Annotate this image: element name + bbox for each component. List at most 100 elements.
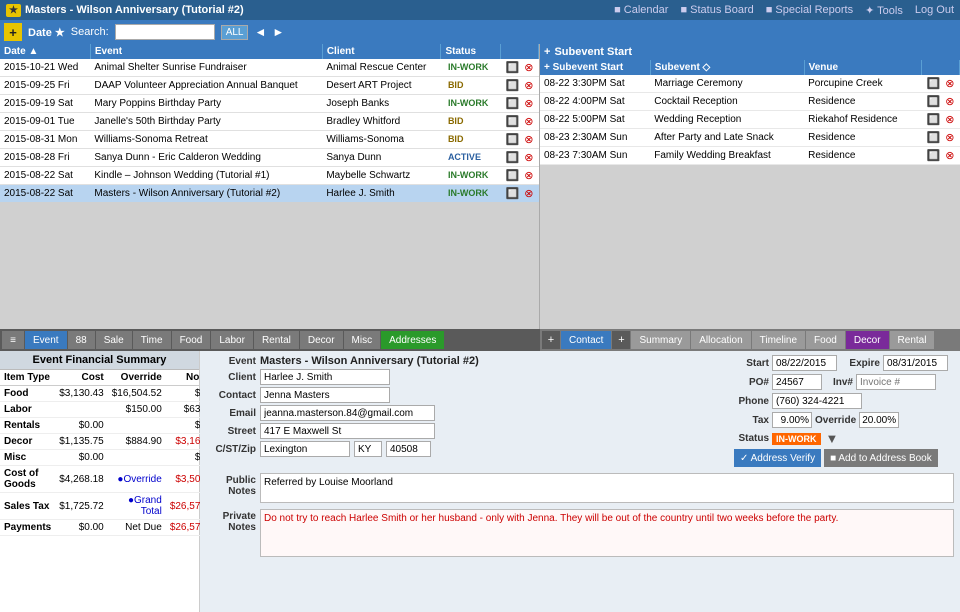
nav-logout[interactable]: Log Out — [915, 4, 954, 16]
sub-edit-icon[interactable]: 🔲 — [927, 114, 941, 126]
nav-special-reports[interactable]: ■ Special Reports — [766, 4, 853, 16]
sub-edit-icon[interactable]: 🔲 — [927, 78, 941, 90]
po-input[interactable] — [772, 374, 822, 390]
edit-icon[interactable]: 🔲 — [506, 116, 520, 128]
next-arrow[interactable]: ► — [272, 25, 284, 39]
sub-delete-icon[interactable]: ⊗ — [945, 96, 954, 108]
sub-delete-icon[interactable]: ⊗ — [945, 132, 954, 144]
private-notes-textarea[interactable]: Do not try to reach Harlee Smith or her … — [260, 509, 954, 557]
tab-decor[interactable]: Decor — [300, 331, 343, 349]
date-sort-label[interactable]: Date ★ — [28, 26, 65, 39]
sub-delete-icon[interactable]: ⊗ — [945, 78, 954, 90]
sub-delete-icon[interactable]: ⊗ — [945, 150, 954, 162]
edit-icon[interactable]: 🔲 — [506, 80, 520, 92]
edit-icon[interactable]: 🔲 — [506, 134, 520, 146]
city-input[interactable] — [260, 441, 350, 457]
right-tab-summary[interactable]: Summary — [631, 331, 690, 349]
delete-icon[interactable]: ⊗ — [524, 98, 533, 110]
add-to-address-book-button[interactable]: ■ Add to Address Book — [824, 449, 938, 467]
status-dropdown-icon[interactable]: ▼ — [826, 431, 839, 446]
state-input[interactable] — [354, 441, 382, 457]
tab-labor[interactable]: Labor — [211, 331, 253, 349]
table-row[interactable]: 2015-09-19 Sat Mary Poppins Birthday Par… — [0, 95, 539, 113]
subevent-row[interactable]: 08-22 3:30PM Sat Marriage Ceremony Porcu… — [540, 75, 960, 93]
street-input[interactable] — [260, 423, 435, 439]
delete-icon[interactable]: ⊗ — [524, 152, 533, 164]
subevent-add-icon[interactable]: + — [544, 46, 550, 58]
edit-icon[interactable]: 🔲 — [506, 152, 520, 164]
table-row[interactable]: 2015-08-22 Sat Masters - Wilson Annivers… — [0, 185, 539, 203]
edit-icon[interactable]: 🔲 — [506, 188, 520, 200]
tab-event[interactable]: Event — [25, 331, 67, 349]
address-verify-button[interactable]: ✓ Address Verify — [734, 449, 821, 467]
sub-col-name[interactable]: Subevent ◇ — [650, 60, 804, 75]
email-input[interactable] — [260, 405, 435, 421]
tab-addresses[interactable]: Addresses — [381, 331, 444, 349]
inv-input[interactable] — [856, 374, 936, 390]
search-input[interactable] — [115, 24, 215, 40]
right-tab-contact[interactable]: Contact — [561, 331, 611, 349]
tab-88[interactable]: 88 — [68, 331, 95, 349]
delete-icon[interactable]: ⊗ — [524, 62, 533, 74]
sub-edit-icon[interactable]: 🔲 — [927, 150, 941, 162]
phone-input[interactable] — [772, 393, 862, 409]
tab-icon-grid[interactable]: ≡ — [2, 331, 24, 349]
subevent-row[interactable]: 08-23 2:30AM Sun After Party and Late Sn… — [540, 129, 960, 147]
delete-icon[interactable]: ⊗ — [524, 170, 533, 182]
start-date-input[interactable] — [772, 355, 837, 371]
edit-icon[interactable]: 🔲 — [506, 62, 520, 74]
sub-col-venue[interactable]: Venue — [804, 60, 922, 75]
right-tab-timeline[interactable]: Timeline — [752, 331, 805, 349]
subevent-row[interactable]: 08-22 5:00PM Sat Wedding Reception Rieka… — [540, 111, 960, 129]
contact-input[interactable] — [260, 387, 390, 403]
sub-delete-icon[interactable]: ⊗ — [945, 114, 954, 126]
delete-icon[interactable]: ⊗ — [524, 188, 533, 200]
tab-misc[interactable]: Misc — [344, 331, 381, 349]
right-tab-food[interactable]: Food — [806, 331, 845, 349]
nav-calendar[interactable]: ■ Calendar — [614, 4, 668, 16]
expire-date-input[interactable] — [883, 355, 948, 371]
nav-status-board[interactable]: ■ Status Board — [680, 4, 753, 16]
col-date[interactable]: Date ▲ — [0, 44, 90, 59]
subevent-row[interactable]: 08-22 4:00PM Sat Cocktail Reception Resi… — [540, 93, 960, 111]
table-row[interactable]: 2015-09-25 Fri DAAP Volunteer Appreciati… — [0, 77, 539, 95]
right-tab-allocation[interactable]: Allocation — [691, 331, 750, 349]
tax-input[interactable] — [772, 412, 812, 428]
event-client: Bradley Whitford — [322, 113, 441, 131]
table-row[interactable]: 2015-09-01 Tue Janelle's 50th Birthday P… — [0, 113, 539, 131]
table-row[interactable]: 2015-08-28 Fri Sanya Dunn - Eric Caldero… — [0, 149, 539, 167]
delete-icon[interactable]: ⊗ — [524, 116, 533, 128]
sub-edit-icon[interactable]: 🔲 — [927, 132, 941, 144]
delete-icon[interactable]: ⊗ — [524, 80, 533, 92]
col-client[interactable]: Client — [322, 44, 441, 59]
tab-food[interactable]: Food — [172, 331, 211, 349]
sub-edit-icon[interactable]: 🔲 — [927, 96, 941, 108]
table-row[interactable]: 2015-10-21 Wed Animal Shelter Sunrise Fu… — [0, 59, 539, 77]
table-row[interactable]: 2015-08-22 Sat Kindle – Johnson Wedding … — [0, 167, 539, 185]
tab-time[interactable]: Time — [133, 331, 171, 349]
event-date: 2015-08-22 Sat — [0, 185, 90, 203]
col-status[interactable]: Status — [441, 44, 501, 59]
edit-icon[interactable]: 🔲 — [506, 98, 520, 110]
sub-col-start[interactable]: + Subevent Start — [540, 60, 650, 75]
add-event-button[interactable]: + — [4, 23, 22, 41]
right-tab-plus[interactable]: + — [542, 331, 560, 349]
col-event[interactable]: Event — [90, 44, 322, 59]
tab-sale[interactable]: Sale — [96, 331, 132, 349]
right-tab-decor[interactable]: Decor — [846, 331, 889, 349]
nav-tools[interactable]: ✦ Tools — [865, 4, 903, 17]
tab-rental[interactable]: Rental — [254, 331, 299, 349]
all-filter-button[interactable]: ALL — [221, 25, 249, 40]
delete-icon[interactable]: ⊗ — [524, 134, 533, 146]
zip-input[interactable] — [386, 441, 431, 457]
event-client: Harlee J. Smith — [322, 185, 441, 203]
public-notes-textarea[interactable]: Referred by Louise Moorland — [260, 473, 954, 503]
edit-icon[interactable]: 🔲 — [506, 170, 520, 182]
prev-arrow[interactable]: ◄ — [254, 25, 266, 39]
right-tab-plus2[interactable]: + — [612, 331, 630, 349]
right-tab-rental[interactable]: Rental — [890, 331, 935, 349]
table-row[interactable]: 2015-08-31 Mon Williams-Sonoma Retreat W… — [0, 131, 539, 149]
override-pct-input[interactable] — [859, 412, 899, 428]
client-input[interactable] — [260, 369, 390, 385]
subevent-row[interactable]: 08-23 7:30AM Sun Family Wedding Breakfas… — [540, 147, 960, 165]
